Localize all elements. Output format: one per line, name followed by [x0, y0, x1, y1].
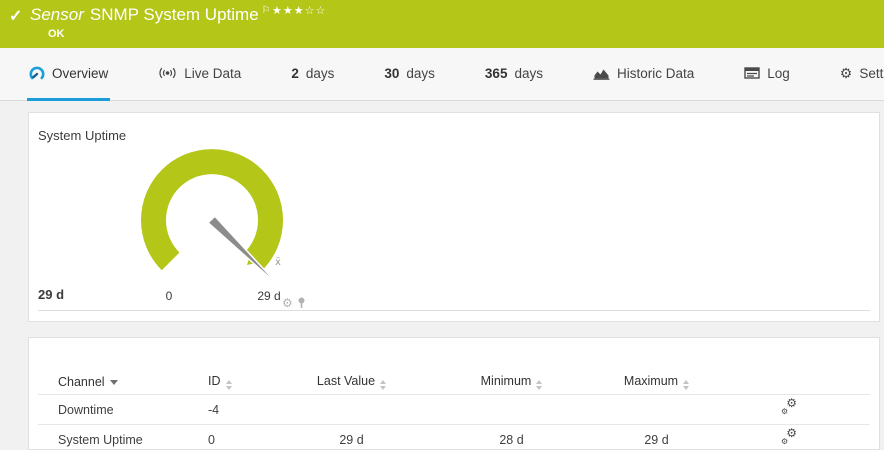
priority-flag-icon[interactable]: ⚐	[262, 5, 271, 16]
tab-label: Overview	[52, 65, 109, 81]
average-marker: x̄	[275, 257, 281, 268]
table-row-downtime[interactable]: Downtime -4 ⚙ ⚙	[29, 395, 879, 424]
sensor-name: SNMP System Uptime	[89, 5, 259, 24]
tab-label: Settings	[859, 65, 884, 81]
tab-label: Historic Data	[616, 65, 695, 81]
channel-name: Downtime	[58, 402, 114, 417]
tab-365-days[interactable]: 365 days	[483, 48, 545, 101]
pin-icon[interactable]	[297, 297, 306, 309]
column-header-channel[interactable]: Channel	[29, 375, 199, 389]
page-title-prefix: Sensor	[30, 5, 84, 24]
tab-30-days[interactable]: 30 days	[382, 48, 437, 101]
status-ok-check-icon: ✓	[9, 8, 23, 25]
sort-desc-icon	[109, 379, 118, 385]
sensor-status-banner: ✓ Sensor SNMP System Uptime ⚐ ★★★☆☆ OK	[0, 0, 884, 48]
column-header-maximum[interactable]: Maximum	[614, 374, 699, 390]
tab-number: 2	[291, 65, 299, 81]
gauge-settings-gear-icon[interactable]: ⚙	[282, 297, 293, 309]
tab-label: days	[406, 65, 435, 81]
column-header-last-value[interactable]: Last Value	[294, 374, 409, 390]
column-header-minimum[interactable]: Minimum	[409, 374, 614, 390]
gauge-scale-min: 0	[165, 289, 173, 303]
star-filled-icon[interactable]: ★	[272, 5, 283, 17]
sort-both-icon	[536, 379, 543, 390]
priority-stars[interactable]: ★★★☆☆	[272, 4, 326, 17]
channel-maximum: 29 d	[644, 432, 669, 447]
tab-bar: Overview Live Data 2 days 30 days 365 da…	[0, 48, 884, 101]
status-badge: OK	[48, 28, 65, 40]
tab-label: Live Data	[184, 65, 242, 81]
star-filled-icon[interactable]: ★	[283, 5, 294, 17]
channel-id: -4	[208, 402, 220, 417]
channel-settings-icon[interactable]: ⚙ ⚙	[780, 427, 798, 446]
table-row-system-uptime[interactable]: System Uptime 0 29 d 28 d 29 d ⚙ ⚙	[29, 425, 879, 449]
tab-2-days[interactable]: 2 days	[289, 48, 336, 101]
tab-number: 30	[384, 65, 400, 81]
gauge-icon	[29, 66, 45, 80]
star-filled-icon[interactable]: ★	[294, 5, 305, 17]
tab-label: days	[514, 65, 543, 81]
channels-table: Channel ID Last Value Minimum Maximum Do…	[29, 338, 879, 449]
channel-minimum: 28 d	[499, 432, 524, 447]
live-data-icon	[159, 67, 176, 79]
tab-label: Log	[767, 65, 790, 81]
column-header-id[interactable]: ID	[199, 374, 294, 390]
tab-live-data[interactable]: Live Data	[156, 48, 243, 101]
tab-overview[interactable]: Overview	[27, 48, 111, 101]
gauge-panel-divider	[38, 310, 870, 311]
gauge-panel: System Uptime x̄ 0 29 d 29 d ⚙	[28, 112, 880, 322]
sort-both-icon	[683, 379, 690, 390]
gauge-current-value: 29 d	[38, 287, 65, 302]
sort-both-icon	[380, 379, 387, 390]
gear-icon: ⚙	[839, 65, 853, 81]
uptime-gauge: x̄	[141, 149, 283, 279]
star-empty-icon[interactable]: ☆	[305, 5, 316, 17]
channel-name: System Uptime	[58, 432, 143, 447]
table-header-row: Channel ID Last Value Minimum Maximum	[29, 369, 879, 394]
star-empty-icon[interactable]: ☆	[316, 5, 327, 17]
sort-both-icon	[225, 379, 232, 390]
tab-log[interactable]: Log	[742, 48, 792, 101]
tab-number: 365	[484, 65, 508, 81]
channel-settings-icon[interactable]: ⚙ ⚙	[780, 397, 798, 416]
tab-settings[interactable]: ⚙ Settings	[838, 48, 884, 101]
channels-panel: Channel ID Last Value Minimum Maximum Do…	[28, 337, 880, 450]
page-title: Sensor SNMP System Uptime ⚐	[30, 5, 271, 25]
channel-id: 0	[208, 432, 215, 447]
tab-historic-data[interactable]: Historic Data	[591, 48, 696, 101]
tab-label: days	[305, 65, 335, 81]
channel-last-value: 29 d	[339, 432, 364, 447]
area-chart-icon	[593, 69, 610, 80]
log-icon	[744, 67, 760, 79]
